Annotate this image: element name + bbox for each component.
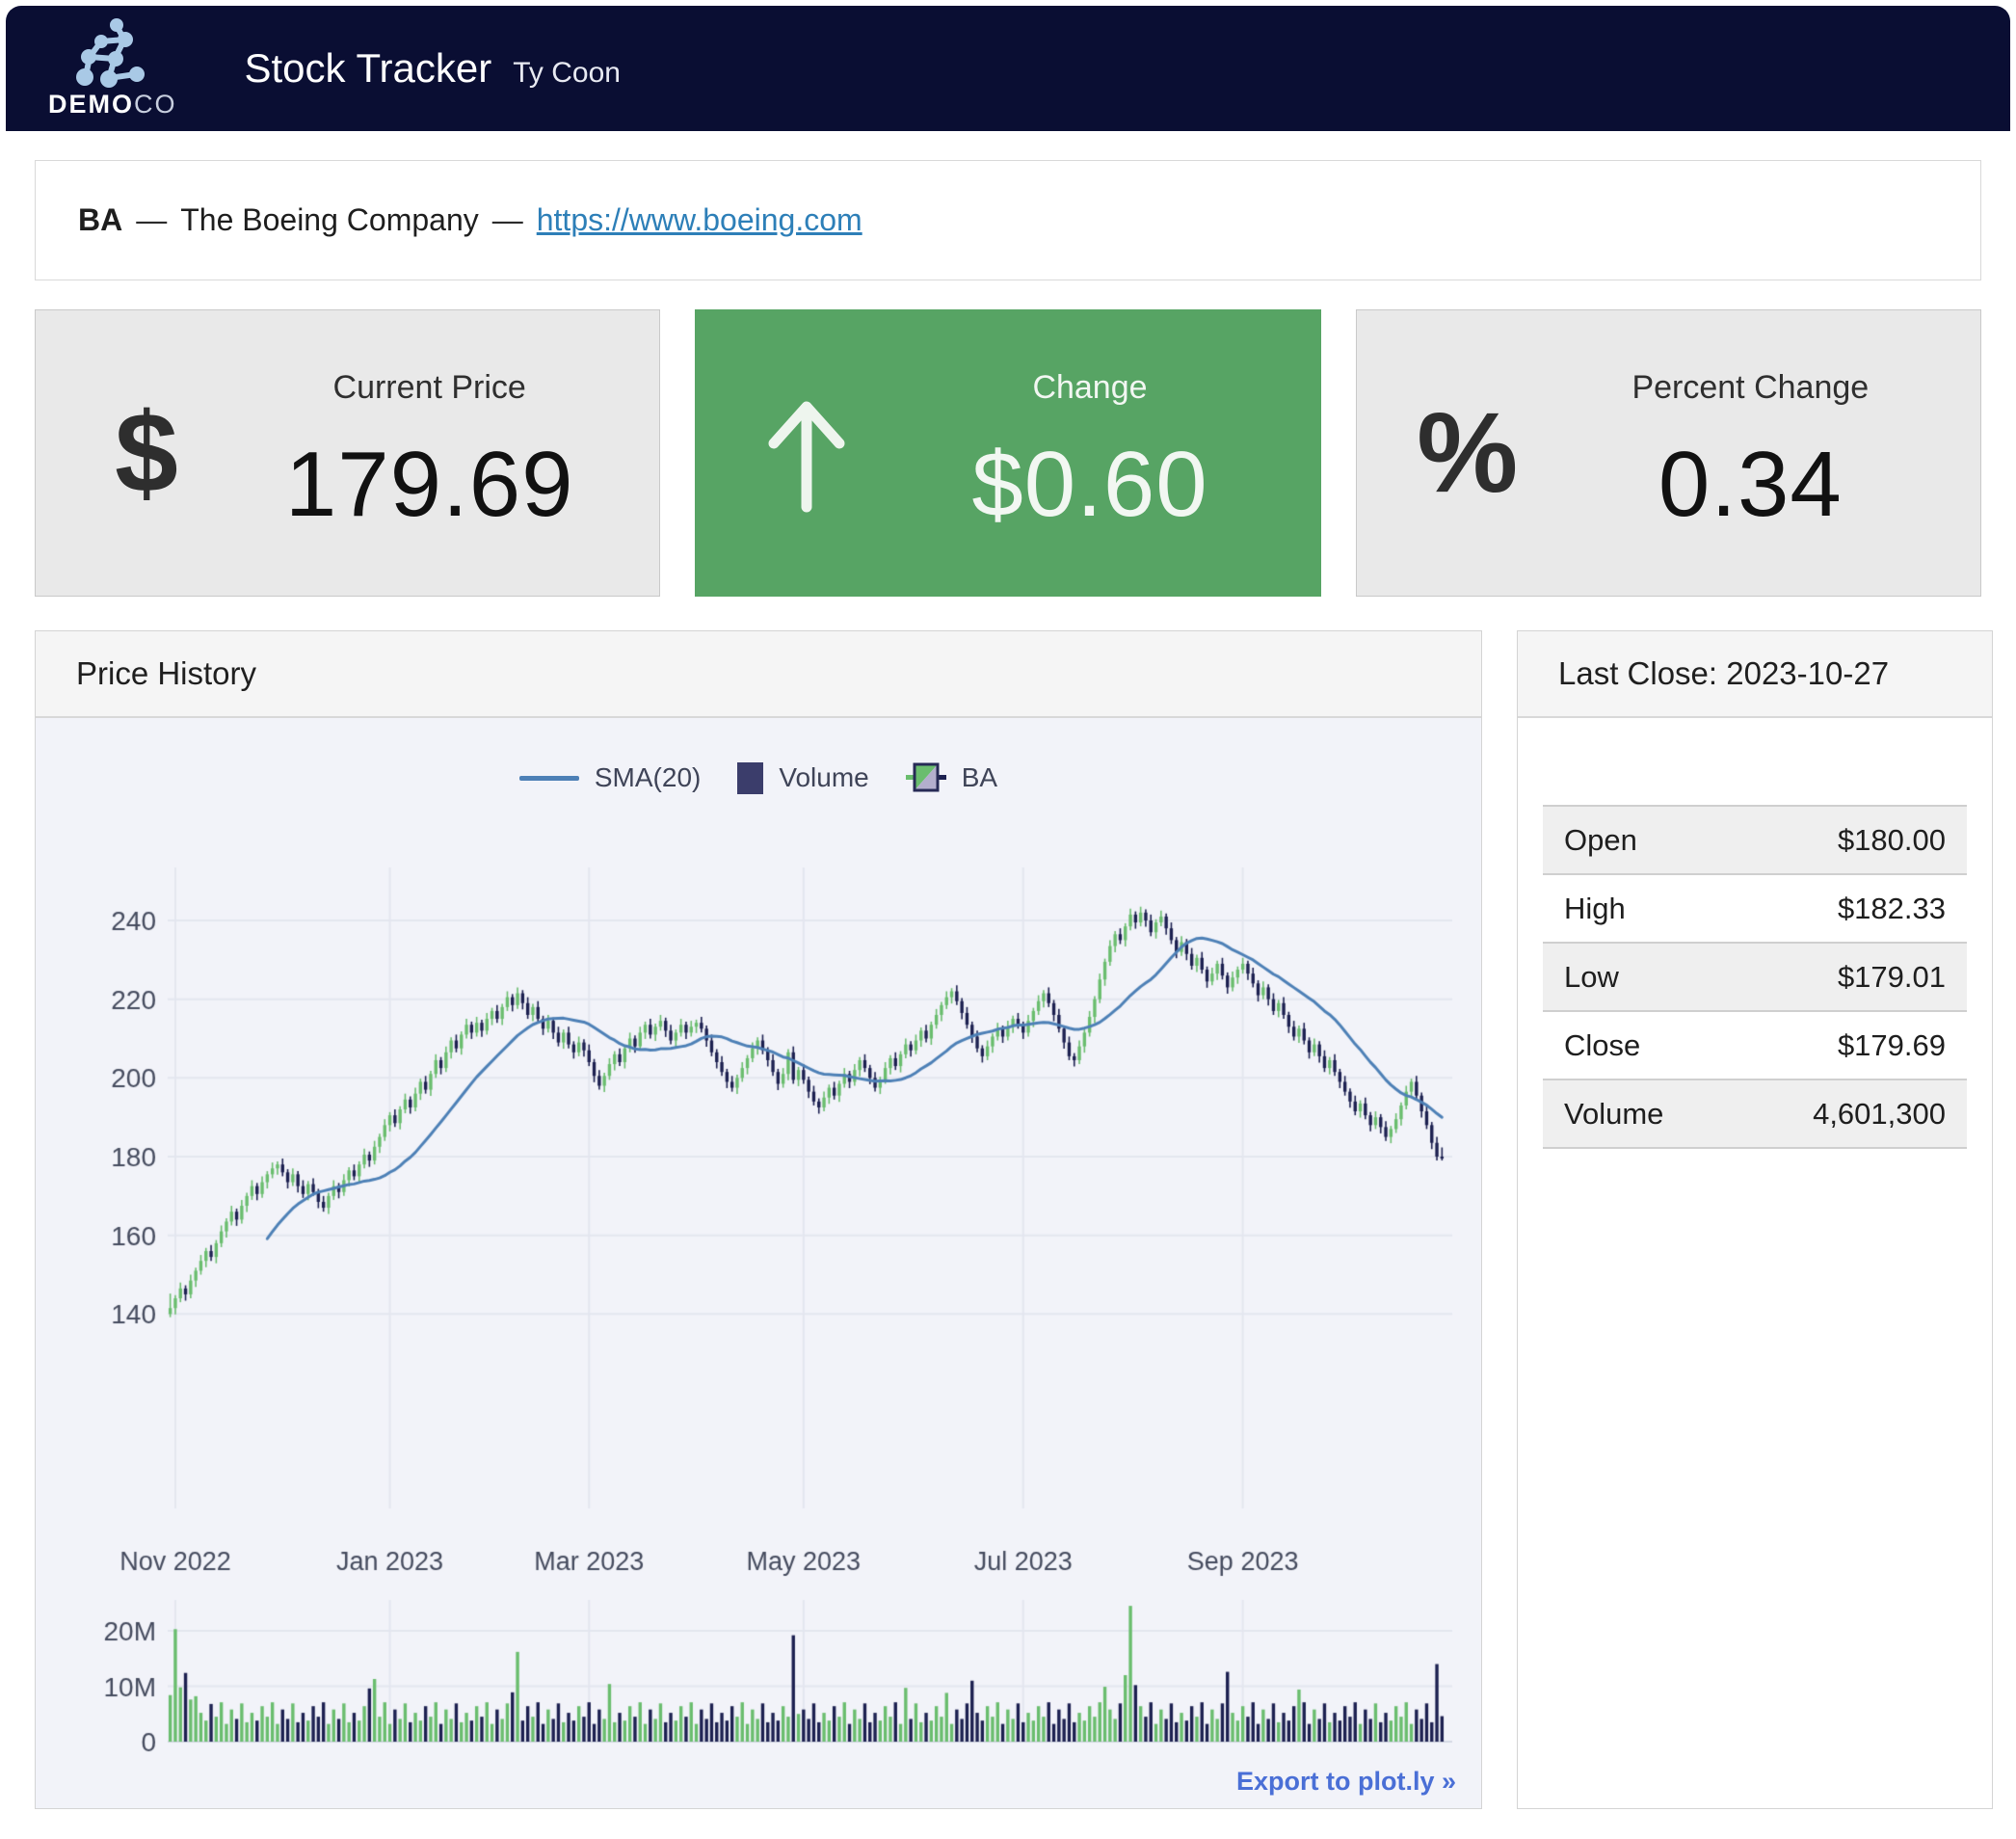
table-row-high: High $182.33 xyxy=(1543,874,1967,943)
current-price-card: $ Current Price 179.69 xyxy=(35,309,660,597)
legend-item-ba[interactable]: BA xyxy=(906,760,997,795)
last-close-panel: Last Close: 2023-10-27 Open $180.00 High… xyxy=(1517,630,1993,1809)
table-row-volume: Volume 4,601,300 xyxy=(1543,1079,1967,1148)
change-value: $0.60 xyxy=(971,432,1207,538)
last-close-title: Last Close: 2023-10-27 xyxy=(1518,631,1992,718)
brand-logo: DEMOCO xyxy=(48,18,177,120)
percent-change-value: 0.34 xyxy=(1658,432,1843,538)
stock-tracker-page: DEMOCO Stock Tracker Ty Coon BA — The Bo… xyxy=(6,6,2010,1809)
close-value: $179.69 xyxy=(1733,1011,1967,1079)
dollar-icon: $ xyxy=(36,387,257,519)
price-history-title: Price History xyxy=(36,631,1481,718)
company-symbol: BA xyxy=(78,202,122,238)
legend-sma-label: SMA(20) xyxy=(595,762,701,793)
open-label: Open xyxy=(1543,806,1733,874)
app-header: DEMOCO Stock Tracker Ty Coon xyxy=(6,6,2010,131)
close-label: Close xyxy=(1543,1011,1733,1079)
change-label: Change xyxy=(1032,369,1147,407)
current-price-value: 179.69 xyxy=(285,432,574,538)
main-content: Price History SMA(20) Volume xyxy=(35,630,1981,1809)
last-close-table: Open $180.00 High $182.33 Low $179.01 xyxy=(1543,805,1967,1149)
volume-swatch-icon xyxy=(737,762,763,794)
volume-value: 4,601,300 xyxy=(1733,1079,1967,1148)
price-history-chart[interactable] xyxy=(36,718,1481,1808)
percent-change-label: Percent Change xyxy=(1631,369,1869,407)
low-label: Low xyxy=(1543,943,1733,1011)
legend-ba-label: BA xyxy=(962,762,997,793)
legend-item-volume[interactable]: Volume xyxy=(737,762,868,794)
legend-item-sma[interactable]: SMA(20) xyxy=(519,762,701,793)
arrow-up-icon xyxy=(696,393,917,513)
chart-legend: SMA(20) Volume BA xyxy=(36,760,1481,795)
low-value: $179.01 xyxy=(1733,943,1967,1011)
percent-change-card: % Percent Change 0.34 xyxy=(1356,309,1981,597)
export-plotly-link[interactable]: Export to plot.ly » xyxy=(1236,1767,1456,1797)
candlestick-swatch-icon xyxy=(906,760,946,795)
molecule-logo-icon xyxy=(76,18,149,88)
high-label: High xyxy=(1543,874,1733,943)
high-value: $182.33 xyxy=(1733,874,1967,943)
open-value: $180.00 xyxy=(1733,806,1967,874)
company-name: The Boeing Company xyxy=(180,202,479,238)
sma-line-swatch-icon xyxy=(519,776,579,781)
brand-name-bold: DEMO xyxy=(48,90,134,119)
company-info-bar: BA — The Boeing Company — https://www.bo… xyxy=(35,160,1981,280)
current-price-label: Current Price xyxy=(333,369,526,407)
volume-label: Volume xyxy=(1543,1079,1733,1148)
last-close-body: Open $180.00 High $182.33 Low $179.01 xyxy=(1518,718,1992,1176)
separator-dash: — xyxy=(492,202,523,238)
price-history-chart-area: SMA(20) Volume BA xyxy=(36,718,1481,1808)
legend-volume-label: Volume xyxy=(779,762,868,793)
table-row-close: Close $179.69 xyxy=(1543,1011,1967,1079)
table-row-low: Low $179.01 xyxy=(1543,943,1967,1011)
separator-dash: — xyxy=(136,202,167,238)
table-row-open: Open $180.00 xyxy=(1543,806,1967,874)
brand-name-light: CO xyxy=(134,90,177,119)
price-history-panel: Price History SMA(20) Volume xyxy=(35,630,1482,1809)
brand-name: DEMOCO xyxy=(48,90,177,120)
page-subtitle: Ty Coon xyxy=(513,57,621,90)
change-card: Change $0.60 xyxy=(695,309,1320,597)
company-website-link[interactable]: https://www.boeing.com xyxy=(537,202,862,238)
page-title: Stock Tracker xyxy=(245,45,492,92)
stats-row: $ Current Price 179.69 Change $0.60 xyxy=(35,309,1981,597)
percent-icon: % xyxy=(1357,387,1578,519)
